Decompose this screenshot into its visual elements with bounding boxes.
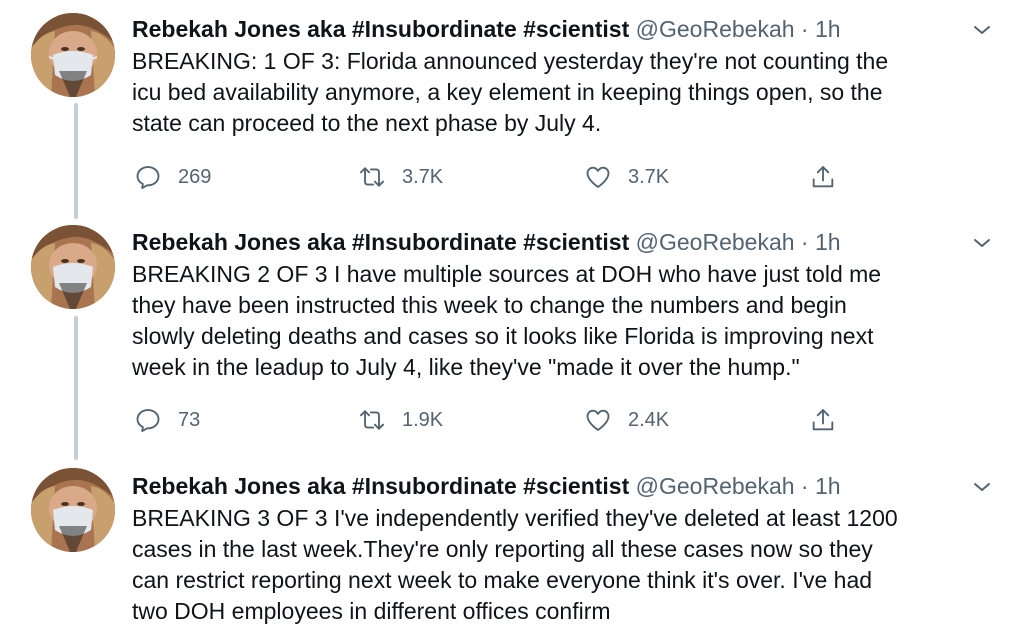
tweet[interactable]: Rebekah Jones aka #Insubordinate #scient… — [132, 471, 1002, 627]
reply-button[interactable]: 269 — [134, 162, 211, 192]
tweet-actions: 73 1.9K 2.4K — [132, 405, 852, 435]
avatar[interactable] — [31, 13, 115, 97]
retweet-icon — [359, 167, 385, 187]
retweet-button[interactable]: 1.9K — [358, 405, 443, 435]
tweet-text: BREAKING: 1 OF 3: Florida announced yest… — [132, 48, 889, 136]
author-name[interactable]: Rebekah Jones aka #Insubordinate #scient… — [132, 16, 629, 42]
timestamp[interactable]: 1h — [815, 229, 841, 255]
tweet-text: BREAKING 2 OF 3 I have multiple sources … — [132, 261, 882, 380]
reply-button[interactable]: 73 — [134, 405, 200, 435]
like-count: 2.4K — [628, 408, 670, 431]
like-count: 3.7K — [628, 165, 670, 188]
reply-count: 269 — [178, 165, 212, 188]
share-icon — [812, 166, 834, 188]
reply-icon — [136, 166, 160, 190]
chevron-down-icon[interactable] — [970, 18, 994, 42]
tweet-text: BREAKING 3 OF 3 I've independently verif… — [132, 505, 898, 624]
timestamp[interactable]: 1h — [815, 473, 841, 499]
like-icon — [586, 166, 610, 188]
tweet-header: Rebekah Jones aka #Insubordinate #scient… — [132, 227, 1002, 257]
chevron-down-icon[interactable] — [970, 231, 994, 255]
chevron-down-icon[interactable] — [970, 475, 994, 499]
avatar[interactable] — [31, 468, 115, 552]
like-button[interactable]: 3.7K — [584, 162, 669, 192]
tweet-header: Rebekah Jones aka #Insubordinate #scient… — [132, 14, 1002, 44]
like-button[interactable]: 2.4K — [584, 405, 669, 435]
retweet-count: 1.9K — [402, 408, 444, 431]
retweet-count: 3.7K — [402, 165, 444, 188]
share-button[interactable] — [809, 405, 853, 435]
timestamp[interactable]: 1h — [815, 16, 841, 42]
retweet-button[interactable]: 3.7K — [358, 162, 443, 192]
like-icon — [586, 409, 610, 431]
author-handle[interactable]: @GeoRebekah — [636, 473, 795, 499]
author-name[interactable]: Rebekah Jones aka #Insubordinate #scient… — [132, 229, 629, 255]
separator: · — [800, 229, 809, 255]
tweet[interactable]: Rebekah Jones aka #Insubordinate #scient… — [132, 14, 1002, 190]
thread-connector-line — [74, 103, 78, 219]
reply-icon — [136, 409, 160, 433]
thread-connector-line — [74, 316, 78, 460]
author-name[interactable]: Rebekah Jones aka #Insubordinate #scient… — [132, 473, 629, 499]
share-button[interactable] — [809, 162, 853, 192]
avatar[interactable] — [31, 225, 115, 309]
tweet-actions: 269 3.7K 3.7K — [132, 162, 852, 192]
separator: · — [800, 16, 809, 42]
retweet-icon — [359, 410, 385, 430]
separator: · — [800, 473, 809, 499]
tweet-header: Rebekah Jones aka #Insubordinate #scient… — [132, 471, 1002, 501]
share-icon — [812, 409, 834, 431]
tweet[interactable]: Rebekah Jones aka #Insubordinate #scient… — [132, 227, 1002, 433]
author-handle[interactable]: @GeoRebekah — [636, 16, 795, 42]
author-handle[interactable]: @GeoRebekah — [636, 229, 795, 255]
reply-count: 73 — [178, 408, 201, 431]
